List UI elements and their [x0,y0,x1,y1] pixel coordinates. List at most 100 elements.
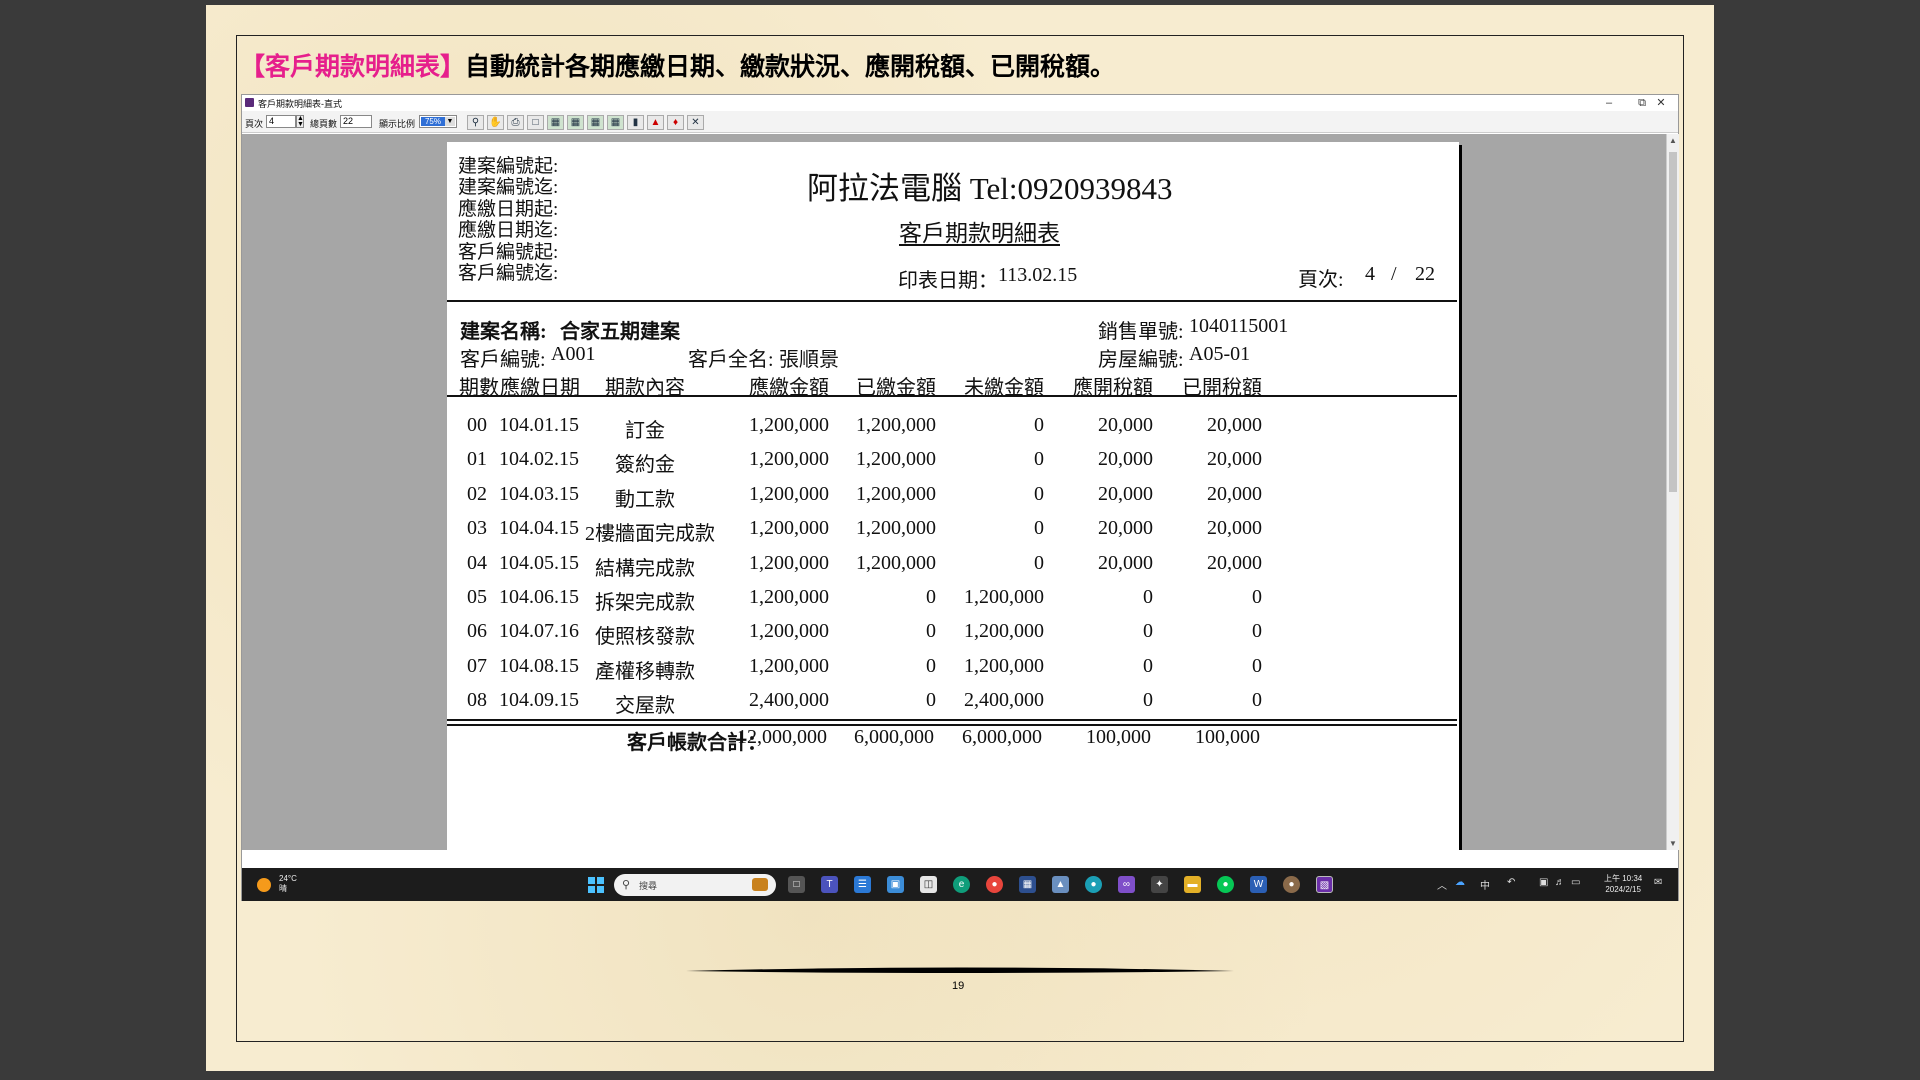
report-viewport[interactable]: 建案編號起: 建案編號迄: 應繳日期起: 應繳日期迄: 客戶編號起: 客戶編號迄… [242,134,1666,850]
task-view-icon[interactable]: □ [788,876,805,893]
customer-name-label: 客戶全名: [688,349,774,371]
criteria-due-from: 應繳日期起: [458,199,559,220]
print-icon[interactable]: ⎙ [507,115,524,130]
total-pages-label: 總頁數 [310,119,338,129]
teams-icon[interactable]: T [821,876,838,893]
volume-icon[interactable]: ♬ [1555,877,1565,888]
hand-icon[interactable]: ✋ [487,115,504,130]
notepad-icon[interactable]: ☰ [854,876,871,893]
input-mode-icon[interactable]: ↶ [1507,877,1515,888]
house-no-label: 房屋編號: [1098,349,1184,371]
report-viewer-window: 客戶期款明細表-直式 – ⧉ ✕ 頁次 4 ▲ ▼ 總頁數 22 顯示比例 75%… [241,94,1679,901]
page-indicator-current: 4 [1365,263,1375,285]
page-input[interactable]: 4 [266,115,296,128]
scroll-down-icon[interactable]: ▼ [1667,839,1679,848]
book-icon[interactable]: ▮ [627,115,644,130]
print-date: 113.02.15 [998,264,1078,286]
app-icon-1[interactable]: ▦ [1019,876,1036,893]
report-title: 客戶期款明細表 [899,221,1060,246]
zoom-value: 75% [421,117,445,126]
export-icon[interactable]: ▦ [567,115,584,130]
table-cell: 0 [926,620,936,643]
table-cell: 交屋款 [615,695,675,718]
table-cell: 08 [467,689,487,712]
chrome-icon[interactable]: ● [986,876,1003,893]
image-viewer-icon[interactable]: ▲ [1052,876,1069,893]
weather-sun-icon[interactable] [257,878,271,892]
store-icon[interactable]: ◫ [920,876,937,893]
word-icon[interactable]: ♦ [667,115,684,130]
table-cell: 02 [467,482,487,505]
slide-page-number: 19 [952,980,965,992]
close-button[interactable]: ✕ [1646,95,1676,111]
ime-indicator[interactable]: 中 [1480,877,1490,892]
onedrive-icon[interactable]: ☁ [1455,877,1465,888]
customer-no-label: 客戶編號: [460,349,546,371]
edge-icon[interactable]: e [953,876,970,893]
battery-icon[interactable]: ▭ [1571,877,1580,888]
table-cell: 0 [1252,654,1262,677]
weather-desc: 晴 [279,884,287,893]
export2-icon[interactable]: ▦ [587,115,604,130]
briefcase-icon [752,878,768,891]
table-cell: 1,200,000 [749,551,829,574]
page-icon[interactable]: □ [527,115,544,130]
scroll-up-icon[interactable]: ▲ [1667,136,1679,145]
browser-icon[interactable]: ● [1085,876,1102,893]
table-cell: 0 [1034,482,1044,505]
table-cell: 0 [1143,586,1153,608]
window-titlebar: 客戶期款明細表-直式 – ⧉ ✕ [242,95,1678,111]
taskbar-clock[interactable]: 上午 10:34 2024/2/15 [1604,873,1642,895]
table-cell: 04 [467,551,487,574]
clock-date: 2024/2/15 [1605,885,1641,894]
window-title: 客戶期款明細表-直式 [258,99,342,109]
folder-icon[interactable]: ▬ [1184,876,1201,893]
active-app-icon[interactable]: ▧ [1316,876,1333,893]
pdf-icon[interactable]: ▲ [647,115,664,130]
app-icon-2[interactable]: ● [1283,876,1300,893]
table-cell: 20,000 [1207,448,1262,471]
table-cell: 20,000 [1098,517,1153,540]
table-cell: 104.01.15 [499,414,579,436]
table-cell: 訂金 [625,420,665,442]
table-cell: 20,000 [1098,414,1153,436]
line-icon[interactable]: ● [1217,876,1234,893]
taskbar-search[interactable]: ⚲ 搜尋 [614,874,776,896]
tray-chevron-icon[interactable]: ︿ [1437,877,1447,892]
search-icon[interactable]: ⚲ [467,115,484,130]
header-divider [447,300,1457,302]
table-cell: 1,200,000 [856,517,936,540]
vertical-scrollbar[interactable]: ▲ ▼ [1666,134,1679,850]
word-app-icon[interactable]: W [1250,876,1267,893]
zoom-select[interactable]: 75% ▼ [419,115,457,128]
table-cell: 0 [1252,689,1262,712]
criteria-due-to: 應繳日期迄: [458,220,559,241]
table-cell: 0 [1034,517,1044,540]
heading-highlight: 【客戶期款明細表】 [240,52,466,81]
network-icon[interactable]: ▣ [1539,877,1548,888]
table-cell: 1,200,000 [749,620,829,643]
scroll-thumb[interactable] [1669,152,1677,492]
windows-start-icon[interactable] [588,877,604,893]
table-cell: 1,200,000 [856,414,936,436]
customer-no: A001 [551,343,596,365]
minimize-button[interactable]: – [1594,95,1624,111]
export3-icon[interactable]: ▦ [607,115,624,130]
close-box-icon[interactable]: ✕ [687,115,704,130]
weather-widget[interactable]: 24°C 晴 [279,874,297,894]
table-cell: 06 [467,620,487,643]
page-spinner[interactable]: ▲ ▼ [296,115,304,128]
table-cell: 0 [1034,448,1044,471]
sales-no-label: 銷售單號: [1098,321,1184,343]
excel-icon[interactable]: ▦ [547,115,564,130]
photos-icon[interactable]: ▣ [887,876,904,893]
table-cell: 104.07.16 [499,620,579,643]
tools-icon[interactable]: ✦ [1151,876,1168,893]
criteria-customer-to: 客戶編號迄: [458,263,559,284]
page-label: 頁次 [245,119,264,129]
visual-studio-icon[interactable]: ∞ [1118,876,1135,893]
total-cell: 12,000,000 [737,726,827,748]
table-cell: 20,000 [1098,551,1153,574]
notification-icon[interactable]: ✉ [1654,877,1662,888]
chevron-down-icon: ▼ [445,117,455,126]
